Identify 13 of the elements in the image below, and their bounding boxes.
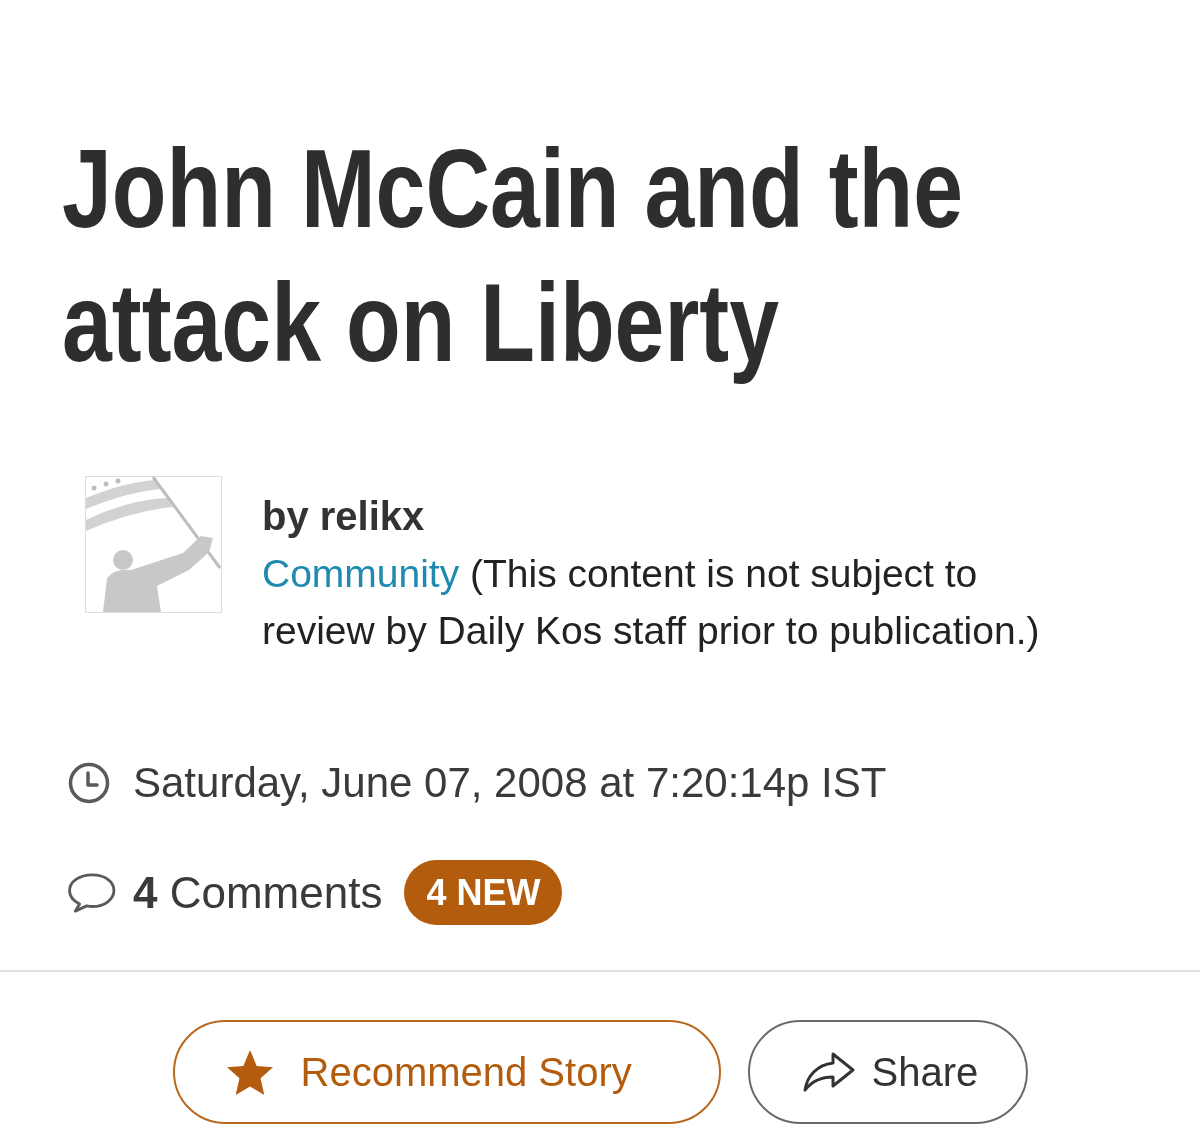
share-button[interactable]: Share (747, 1020, 1028, 1124)
article-title: John McCain and the attack on Liberty (62, 125, 965, 387)
new-comments-badge: 4 NEW (404, 860, 563, 925)
star-icon (226, 1049, 273, 1095)
publish-date: Saturday, June 07, 2008 at 7:20:14p IST (133, 759, 887, 807)
clock-icon (68, 762, 110, 804)
speech-bubble-icon (66, 871, 117, 914)
author-name: by relikx (262, 493, 426, 540)
comments-link[interactable]: 4 Comments (133, 866, 383, 919)
byline-note: Community (This content is not subject to review by Daily Kos staff prior to publication.) (262, 551, 1041, 654)
community-link[interactable]: Community (262, 552, 460, 595)
recommend-button[interactable]: Recommend Story (172, 1020, 721, 1124)
share-icon (801, 1051, 856, 1093)
